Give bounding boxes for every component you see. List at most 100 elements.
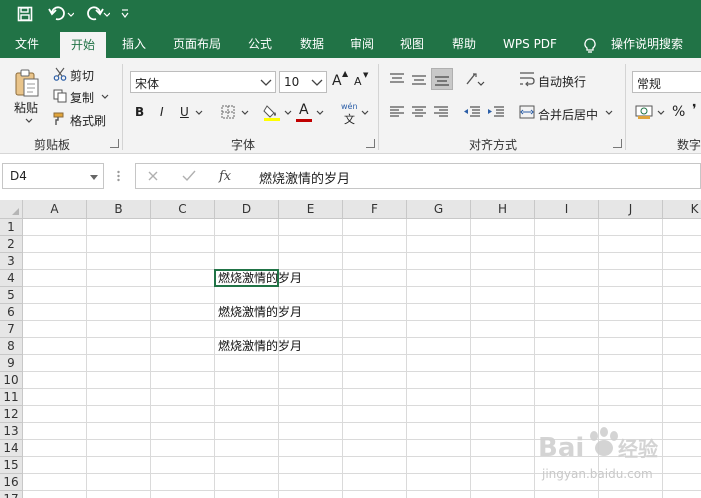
tab-home[interactable]: 开始 [60,32,106,58]
merge-center-icon[interactable] [518,104,536,120]
paste-dropdown-icon[interactable] [22,116,36,126]
border-dropdown-icon[interactable] [240,109,250,117]
decrease-font-button[interactable]: A [354,75,362,88]
phonetic-dropdown-icon[interactable] [360,109,370,117]
fill-color-icon[interactable] [262,102,282,122]
format-painter-icon[interactable] [52,111,68,127]
tab-view[interactable]: 视图 [390,30,434,58]
row-header-14[interactable]: 14 [0,440,23,457]
number-format-select[interactable]: 常规 [632,71,701,93]
tell-me-search[interactable]: 操作说明搜索 [604,30,690,58]
align-center-icon[interactable] [410,104,428,120]
save-icon[interactable] [14,4,36,24]
column-header-b[interactable]: B [87,200,151,219]
border-icon[interactable] [218,104,238,120]
undo-icon[interactable] [46,4,76,24]
formula-input[interactable]: 燃烧激情的岁月 [248,163,701,189]
align-top-icon[interactable] [388,70,406,88]
cancel-icon[interactable] [144,168,162,184]
row-header-1[interactable]: 1 [0,219,23,236]
column-header-a[interactable]: A [23,200,87,219]
row-header-9[interactable]: 9 [0,355,23,372]
italic-button[interactable]: I [160,105,164,119]
column-header-e[interactable]: E [279,200,343,219]
font-color-button[interactable]: A [299,102,309,118]
bold-button[interactable]: B [135,105,144,119]
underline-button[interactable]: U [180,105,189,119]
column-header-g[interactable]: G [407,200,471,219]
merge-center-button[interactable]: 合并后居中 [538,106,598,123]
row-header-5[interactable]: 5 [0,287,23,304]
customize-icon[interactable] [118,4,132,24]
row-header-12[interactable]: 12 [0,406,23,423]
insert-function-button[interactable]: fx [219,169,231,184]
row-header-4[interactable]: 4 [0,270,23,287]
tab-review[interactable]: 审阅 [340,30,384,58]
row-header-8[interactable]: 8 [0,338,23,355]
underline-dropdown-icon[interactable] [194,109,204,117]
column-header-d[interactable]: D [215,200,279,219]
increase-font-button[interactable]: A [332,73,342,89]
copy-button[interactable]: 复制 [70,89,94,106]
tab-data[interactable]: 数据 [290,30,334,58]
orientation-icon[interactable] [464,70,486,88]
percent-button[interactable]: % [672,104,685,120]
tab-wps-pdf[interactable]: WPS PDF [494,30,566,58]
font-launcher-icon[interactable] [366,139,375,148]
align-middle-icon[interactable] [410,70,428,88]
paste-button[interactable]: 粘贴 [14,99,38,116]
font-name-select[interactable]: 宋体 [130,71,276,93]
name-box[interactable]: D4 [2,163,104,189]
copy-dropdown-icon[interactable] [100,93,110,101]
tab-page-layout[interactable]: 页面布局 [166,30,228,58]
redo-icon[interactable] [82,4,112,24]
column-header-h[interactable]: H [471,200,535,219]
cut-icon[interactable] [52,66,68,82]
tab-insert[interactable]: 插入 [112,30,156,58]
font-size-select[interactable]: 10 [279,71,327,93]
column-header-j[interactable]: J [599,200,663,219]
wrap-text-icon[interactable] [518,70,536,88]
fill-color-dropdown-icon[interactable] [283,109,293,117]
tab-help[interactable]: 帮助 [442,30,486,58]
row-header-3[interactable]: 3 [0,253,23,270]
accounting-format-icon[interactable] [634,103,656,121]
cut-button[interactable]: 剪切 [70,67,94,84]
column-header-k[interactable]: K [663,200,701,219]
paste-icon[interactable] [10,66,44,100]
decrease-indent-icon[interactable] [462,104,482,120]
accounting-dropdown-icon[interactable] [656,109,666,117]
row-header-10[interactable]: 10 [0,372,23,389]
row-header-6[interactable]: 6 [0,304,23,321]
copy-icon[interactable] [52,88,68,104]
merge-dropdown-icon[interactable] [604,109,614,117]
comma-style-icon[interactable]: ❜ [692,102,697,118]
column-header-i[interactable]: I [535,200,599,219]
row-header-17[interactable]: 17 [0,491,23,498]
cell-d6[interactable]: 燃烧激情的岁月 [218,305,302,320]
wrap-text-button[interactable]: 自动换行 [538,73,586,90]
clipboard-launcher-icon[interactable] [110,139,119,148]
font-color-swatch [296,119,312,122]
row-header-7[interactable]: 7 [0,321,23,338]
row-header-15[interactable]: 15 [0,457,23,474]
align-left-icon[interactable] [388,104,406,120]
cell-d8[interactable]: 燃烧激情的岁月 [218,339,302,354]
column-header-f[interactable]: F [343,200,407,219]
row-header-13[interactable]: 13 [0,423,23,440]
align-right-icon[interactable] [432,104,450,120]
row-header-11[interactable]: 11 [0,389,23,406]
increase-indent-icon[interactable] [486,104,506,120]
phonetic-guide-icon[interactable]: wén [341,102,358,111]
enter-icon[interactable] [180,168,198,184]
format-painter-button[interactable]: 格式刷 [70,112,106,129]
row-header-2[interactable]: 2 [0,236,23,253]
column-header-c[interactable]: C [151,200,215,219]
alignment-launcher-icon[interactable] [613,139,622,148]
tab-formulas[interactable]: 公式 [238,30,282,58]
tab-file[interactable]: 文件 [4,30,50,58]
align-bottom-icon[interactable] [431,68,453,90]
row-header-16[interactable]: 16 [0,474,23,491]
select-all-corner[interactable] [0,200,23,219]
font-color-dropdown-icon[interactable] [315,109,325,117]
